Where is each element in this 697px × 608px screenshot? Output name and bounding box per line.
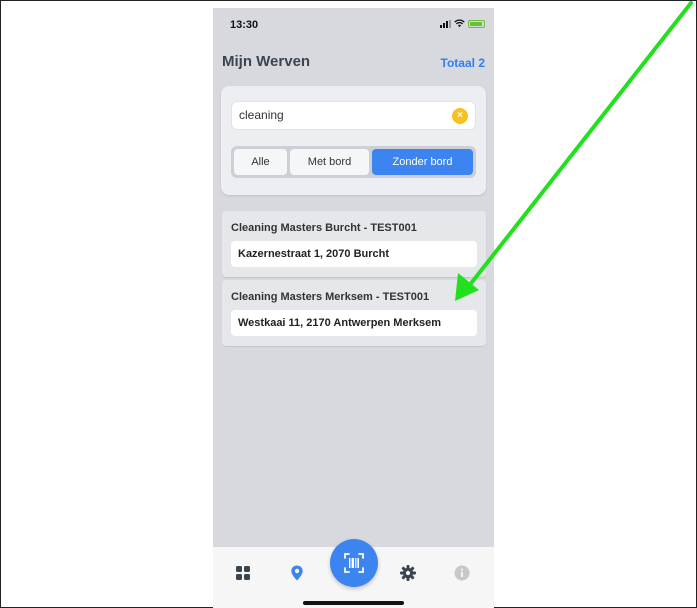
- status-time: 13:30: [230, 19, 259, 31]
- total-count[interactable]: Totaal 2: [441, 56, 485, 70]
- barcode-scan-icon: [344, 553, 364, 573]
- info-icon[interactable]: [454, 565, 470, 581]
- grid-icon[interactable]: [235, 565, 251, 581]
- site-address: Kazernestraat 1, 2070 Burcht: [231, 241, 477, 267]
- page-title: Mijn Werven: [222, 53, 311, 70]
- system-icons: [440, 19, 485, 28]
- wifi-icon: [454, 19, 465, 28]
- site-name: Cleaning Masters Merksem - TEST001: [231, 291, 430, 303]
- signal-icon: [440, 19, 451, 28]
- home-indicator: [303, 601, 404, 605]
- filter-segmented-control: Alle Met bord Zonder bord: [231, 146, 476, 178]
- gear-icon[interactable]: [400, 565, 416, 581]
- filter-all-button[interactable]: Alle: [234, 149, 287, 175]
- status-bar: 13:30: [213, 8, 494, 42]
- barcode-scan-button[interactable]: [330, 539, 378, 587]
- phone-screen: 13:30 Mijn Werven Totaal 2 × Alle Met bo…: [213, 8, 494, 608]
- site-list-item[interactable]: Cleaning Masters Merksem - TEST001 Westk…: [222, 280, 486, 346]
- search-input[interactable]: [239, 108, 439, 122]
- search-filter-card: × Alle Met bord Zonder bord: [221, 86, 486, 195]
- site-name: Cleaning Masters Burcht - TEST001: [231, 222, 417, 234]
- location-pin-icon[interactable]: [289, 565, 305, 581]
- clear-search-button[interactable]: ×: [452, 108, 468, 124]
- battery-charging-icon: [468, 19, 485, 28]
- site-list-item[interactable]: Cleaning Masters Burcht - TEST001 Kazern…: [222, 211, 486, 277]
- search-box: ×: [231, 101, 476, 130]
- filter-without-sign-button[interactable]: Zonder bord: [372, 149, 473, 175]
- site-address: Westkaai 11, 2170 Antwerpen Merksem: [231, 310, 477, 336]
- filter-with-sign-button[interactable]: Met bord: [290, 149, 369, 175]
